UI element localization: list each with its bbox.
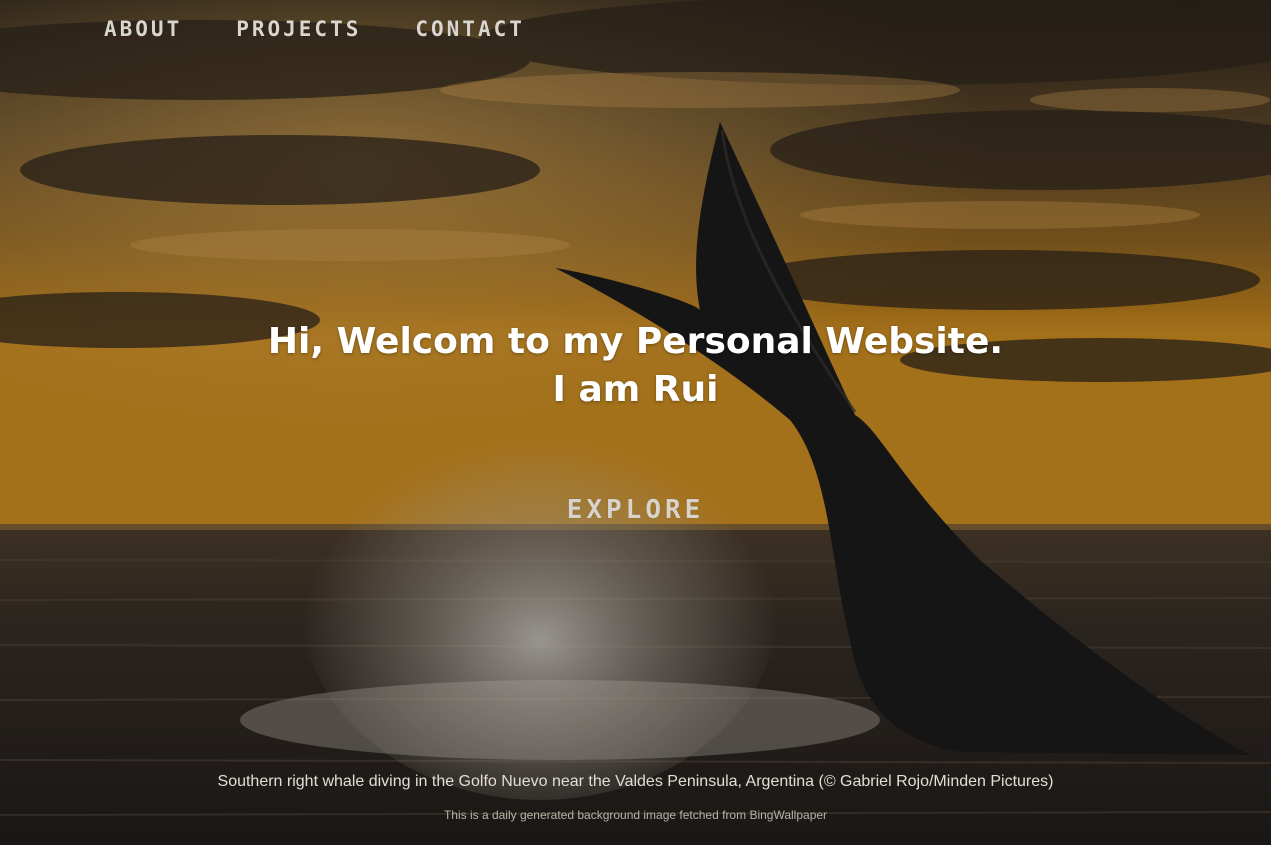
- nav-about-link[interactable]: ABOUT: [104, 17, 182, 41]
- background-source-note: This is a daily generated background ima…: [443, 808, 828, 822]
- page: ABOUT PROJECTS CONTACT Hi, Welcom to my …: [0, 0, 1271, 845]
- nav-contact-link[interactable]: CONTACT: [415, 17, 525, 41]
- hero-name-text: I am Rui: [552, 369, 719, 410]
- explore-button[interactable]: EXPLORE: [567, 495, 705, 525]
- background-dim-overlay: [0, 0, 1271, 845]
- explore-container: EXPLORE: [0, 495, 1271, 525]
- background-caption: Southern right whale diving in the Golfo…: [217, 773, 1054, 790]
- hero-welcome-text: Hi, Welcom to my Personal Website.: [267, 321, 1004, 362]
- nav-projects-link[interactable]: PROJECTS: [236, 17, 361, 41]
- top-navigation: ABOUT PROJECTS CONTACT: [104, 17, 525, 41]
- hero-heading: Hi, Welcom to my Personal Website. I am …: [0, 318, 1271, 414]
